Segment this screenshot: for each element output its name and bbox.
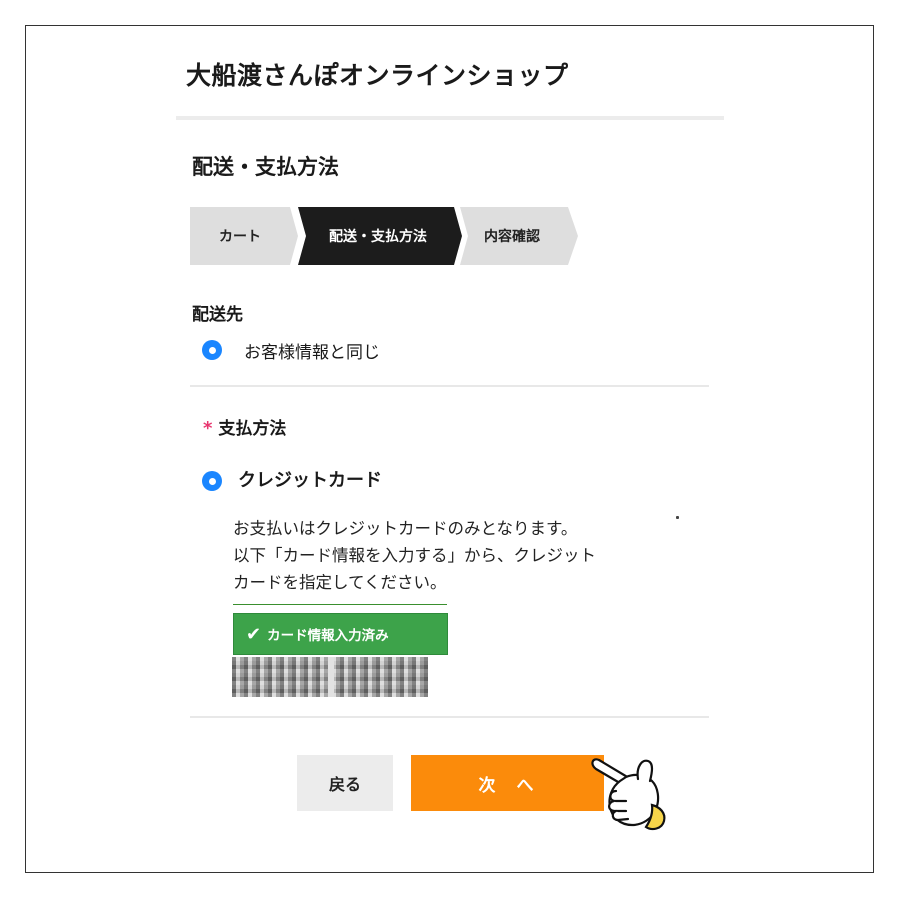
- checkout-steps: カート 配送・支払方法 内容確認: [190, 207, 590, 265]
- payment-label-row: * 支払方法: [203, 414, 286, 439]
- next-button[interactable]: 次へ: [411, 755, 604, 811]
- section-divider: [190, 716, 709, 718]
- shop-title: 大船渡さんぽオンラインショップ: [186, 61, 569, 90]
- card-entered-label: カード情報入力済み: [267, 628, 389, 644]
- step-shipping-payment: 配送・支払方法: [298, 207, 462, 265]
- back-button[interactable]: 戻る: [297, 755, 393, 811]
- payment-label: 支払方法: [218, 419, 287, 439]
- header-divider: [176, 116, 724, 120]
- next-button-arrow: へ: [516, 775, 537, 796]
- description-line: カードを指定してください。: [233, 573, 447, 592]
- shipping-label: 配送先: [192, 305, 243, 325]
- shipping-radio[interactable]: [202, 340, 222, 360]
- payment-description: お支払いはクレジットカードのみとなります。 以下「カード情報を入力する」から、ク…: [233, 515, 673, 596]
- credit-card-option-label[interactable]: クレジットカード: [238, 466, 382, 492]
- credit-card-radio[interactable]: [202, 471, 222, 491]
- pointing-hand-icon: [591, 758, 666, 831]
- card-entered-button[interactable]: ✔ カード情報入力済み: [233, 613, 448, 655]
- check-icon: ✔: [246, 623, 262, 645]
- card-entry-link-underline: [233, 604, 447, 605]
- page-frame: [25, 25, 874, 873]
- masked-card-number: [232, 657, 428, 697]
- step-cart[interactable]: カート: [190, 207, 298, 265]
- stray-mark: [676, 516, 679, 519]
- step-confirm: 内容確認: [460, 207, 578, 265]
- section-divider: [190, 385, 709, 387]
- description-line: お支払いはクレジットカードのみとなります。: [233, 519, 578, 538]
- description-line: 以下「カード情報を入力する」から、クレジット: [233, 546, 596, 565]
- next-button-label: 次: [478, 775, 499, 796]
- shipping-option-label[interactable]: お客様情報と同じ: [244, 338, 380, 363]
- page-title: 配送・支払方法: [192, 155, 339, 179]
- required-mark: *: [203, 418, 213, 439]
